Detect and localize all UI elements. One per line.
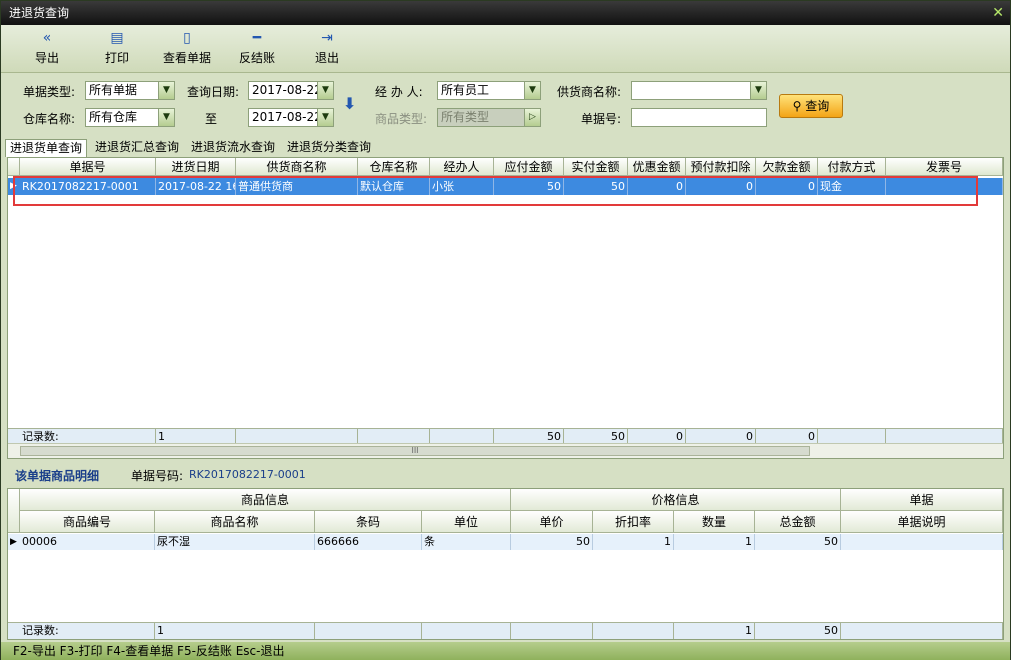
column-header[interactable]: 单据号	[20, 158, 156, 176]
document-search-icon: ▯	[183, 30, 191, 46]
unsettle-button[interactable]: ━ 反结账	[235, 29, 279, 69]
row-header-corner	[8, 489, 20, 533]
column-header[interactable]: 经办人	[430, 158, 494, 176]
column-header[interactable]: 折扣率	[593, 511, 674, 533]
column-header[interactable]: 条码	[315, 511, 422, 533]
column-header[interactable]: 单价	[511, 511, 593, 533]
double-chevron-left-icon: «	[42, 30, 52, 46]
detail-docno-value: RK2017082217-0001	[189, 468, 306, 481]
title-bar: 进退货查询 ✕	[1, 1, 1010, 25]
summary-row: 记录数: 1 1 50	[8, 622, 1003, 639]
column-header[interactable]: 预付款扣除	[686, 158, 756, 176]
filter-panel: 单据类型: 所有单据 ▼ 查询日期: 2017-08-22 ▼ ⬇ 经 办 人:…	[1, 74, 1010, 136]
column-header[interactable]: 总金额	[755, 511, 841, 533]
docno-input[interactable]	[631, 108, 767, 127]
doc-type-label: 单据类型:	[23, 85, 76, 99]
scrollbar-thumb[interactable]: III	[20, 446, 810, 456]
chevron-down-icon: ▼	[158, 109, 174, 126]
handler-select[interactable]: 所有员工 ▼	[437, 81, 541, 100]
chevron-down-icon: ▼	[750, 82, 766, 99]
column-header[interactable]: 供货商名称	[236, 158, 358, 176]
column-header[interactable]: 发票号	[886, 158, 1003, 176]
tab-flow-query[interactable]: 进退货流水查询	[187, 139, 279, 157]
handler-label: 经 办 人:	[375, 85, 423, 99]
chevron-down-icon: ▼	[317, 82, 333, 99]
column-header[interactable]: 仓库名称	[358, 158, 430, 176]
supplier-select[interactable]: ▼	[631, 81, 767, 100]
date-from-picker[interactable]: 2017-08-22 ▼	[248, 81, 334, 100]
status-bar: F2-导出 F3-打印 F4-查看单据 F5-反结账 Esc-退出	[1, 642, 1010, 660]
minus-icon: ━	[252, 30, 262, 46]
row-pointer-icon: ▶	[10, 537, 17, 547]
chevron-down-icon: ▼	[524, 82, 540, 99]
column-header[interactable]: 优惠金额	[628, 158, 686, 176]
docno-label: 单据号:	[581, 112, 622, 126]
warehouse-select[interactable]: 所有仓库 ▼	[85, 108, 175, 127]
detail-header: 该单据商品明细 单据号码: RK2017082217-0001	[1, 461, 1010, 487]
main-window: 进退货查询 ✕ « 导出 ▤ 打印 ▯ 查看单据 ━ 反结账 ⇥ 退出 单据类型…	[0, 0, 1011, 660]
print-button[interactable]: ▤ 打印	[99, 29, 135, 69]
column-header[interactable]: 应付金额	[494, 158, 564, 176]
search-icon: ⚲	[792, 99, 802, 113]
detail-table: 商品信息 价格信息 单据 商品编号 商品名称 条码 单位 单价 折扣率 数量 总…	[7, 488, 1004, 640]
row-header-corner	[8, 158, 20, 176]
to-label: 至	[205, 112, 218, 126]
arrow-down-icon: ⬇	[343, 94, 357, 113]
warehouse-label: 仓库名称:	[23, 112, 76, 126]
column-header[interactable]: 付款方式	[818, 158, 886, 176]
chevron-down-icon: ▼	[317, 109, 333, 126]
close-icon[interactable]: ✕	[992, 1, 1004, 25]
view-document-button[interactable]: ▯ 查看单据	[159, 29, 215, 69]
detail-docno-label: 单据号码:	[131, 469, 184, 483]
detail-title: 该单据商品明细	[15, 469, 100, 483]
column-header[interactable]: 单位	[422, 511, 511, 533]
column-header[interactable]: 数量	[674, 511, 755, 533]
exit-door-icon: ⇥	[321, 30, 333, 46]
printer-icon: ▤	[110, 30, 124, 46]
group-header: 价格信息	[511, 489, 841, 511]
group-header: 单据	[841, 489, 1003, 511]
column-header[interactable]: 进货日期	[156, 158, 236, 176]
doc-type-select[interactable]: 所有单据 ▼	[85, 81, 175, 100]
chevron-down-icon: ▼	[158, 82, 174, 99]
category-label: 商品类型:	[375, 112, 428, 126]
column-header[interactable]: 商品名称	[155, 511, 315, 533]
column-header[interactable]: 实付金额	[564, 158, 628, 176]
chevron-right-icon: ▷	[524, 109, 540, 126]
exit-button[interactable]: ⇥ 退出	[309, 29, 345, 69]
window-title: 进退货查询	[9, 6, 70, 20]
tab-doc-query[interactable]: 进退货单查询	[5, 139, 88, 157]
supplier-label: 供货商名称:	[557, 85, 622, 99]
horizontal-scrollbar[interactable]: III	[8, 443, 1003, 458]
column-header[interactable]: 欠款金额	[756, 158, 818, 176]
column-header[interactable]: 商品编号	[20, 511, 155, 533]
column-header[interactable]: 单据说明	[841, 511, 1003, 533]
highlight-box	[13, 176, 978, 206]
export-button[interactable]: « 导出	[29, 29, 65, 69]
tab-bar: 进退货单查询 进退货汇总查询 进退货流水查询 进退货分类查询	[1, 137, 1010, 157]
group-header: 商品信息	[20, 489, 511, 511]
query-button[interactable]: ⚲ 查询	[779, 94, 843, 118]
tab-category-query[interactable]: 进退货分类查询	[283, 139, 375, 157]
table-row[interactable]: ▶ 00006 尿不湿 666666 条 50 1 1 50	[8, 534, 1003, 550]
toolbar: « 导出 ▤ 打印 ▯ 查看单据 ━ 反结账 ⇥ 退出	[1, 25, 1010, 73]
tab-summary-query[interactable]: 进退货汇总查询	[91, 139, 183, 157]
category-select: 所有类型 ▷	[437, 108, 541, 127]
query-date-label: 查询日期:	[187, 85, 240, 99]
date-to-picker[interactable]: 2017-08-22 ▼	[248, 108, 334, 127]
